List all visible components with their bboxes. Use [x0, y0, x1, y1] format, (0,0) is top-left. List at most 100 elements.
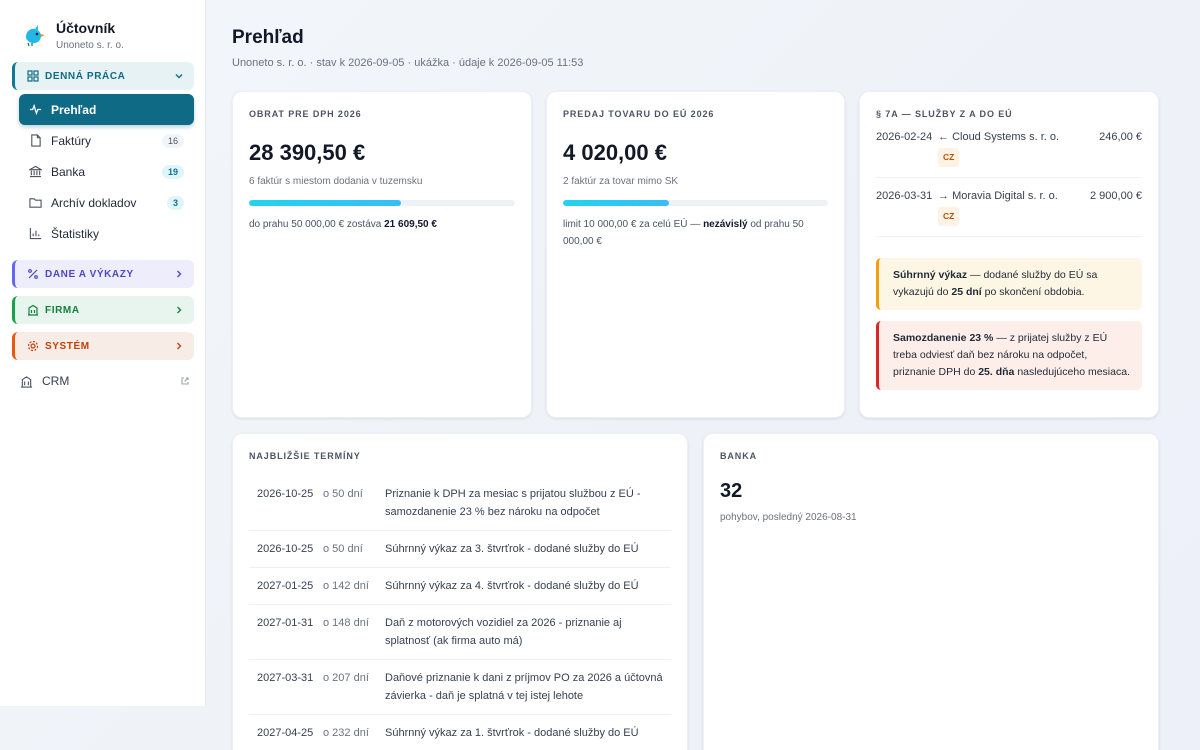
sidebar-item-label: CRM — [42, 374, 70, 388]
progress-fill — [563, 200, 669, 206]
sidebar-item-faktury[interactable]: Faktúry 16 — [19, 125, 194, 156]
bank-movements-desc: pohybov, posledný 2026-08-31 — [720, 512, 857, 523]
card-eu-services: § 7a — služby z a do EÚ 2026-02-24 ← Clo… — [859, 91, 1159, 418]
bank-movements-count: 32 — [720, 480, 743, 502]
sidebar-item-label: Banka — [51, 164, 86, 179]
service-partner: Cloud Systems s. r. o. — [952, 131, 1060, 143]
deadline-row[interactable]: 2027-01-25 o 142 dní Súhrnný výkaz za 4. š… — [249, 568, 671, 605]
page-subtitle: Unoneto s. r. o. · stav k 2026-09-05 · u… — [232, 57, 584, 69]
deadline-text: Daňové priznanie k dani z príjmov PO za … — [385, 672, 663, 702]
service-amount: 2 900,00 € — [1090, 190, 1142, 202]
direction-out-icon: → — [938, 190, 949, 202]
nav-group-label: Dane a výkazy — [45, 268, 134, 280]
direction-in-icon: ← — [938, 131, 949, 143]
external-link-icon — [181, 377, 189, 385]
nav-group-denna-praca[interactable]: Denná práca — [12, 62, 194, 90]
deadline-row[interactable]: 2027-01-31 o 148 dní Daň z motorových vozi… — [249, 605, 671, 660]
note-text: limit 10 000,00 € za celú EÚ — — [563, 219, 704, 230]
chevron-right-icon — [177, 342, 182, 350]
deadline-row[interactable]: 2026-10-25 o 50 dní Súhrnný výkaz za 3. št… — [249, 531, 671, 568]
deadline-text: Súhrnný výkaz za 3. štvrťrok - dodané sl… — [385, 543, 639, 555]
alert-bold: Samozdanenie 23 % — [893, 332, 994, 344]
sidebar-item-label: Archív dokladov — [51, 195, 137, 210]
card-heading: § 7a — služby z a do EÚ — [876, 109, 1013, 119]
service-amount: 246,00 € — [1099, 131, 1142, 143]
service-date: 2026-02-24 — [876, 131, 933, 143]
vat-threshold-progress — [249, 200, 515, 206]
deadline-row[interactable]: 2026-10-25 o 50 dní Priznanie k DPH za mes… — [249, 476, 671, 531]
gear-icon — [27, 340, 39, 352]
sidebar-item-banka[interactable]: Banka 19 — [19, 156, 194, 187]
eu-goods-value: 4 020,00 € — [563, 140, 667, 165]
deadline-text: Súhrnný výkaz za 4. štvrťrok - dodané sl… — [385, 580, 639, 592]
chevron-right-icon — [177, 270, 182, 278]
sidebar: Účtovník Unoneto s. r. o. Denná práca Pr… — [0, 0, 206, 706]
deadline-date: 2027-03-31 — [257, 672, 314, 684]
deadline-in: o 50 dní — [323, 543, 363, 555]
deadline-row[interactable]: 2027-03-31 o 207 dní Daňové priznanie k da… — [249, 660, 671, 715]
card-heading: Najbližšie termíny — [249, 451, 361, 461]
deadline-date: 2027-01-25 — [257, 580, 314, 592]
deadline-date: 2027-01-31 — [257, 617, 314, 629]
document-icon — [31, 134, 41, 147]
company-name: Unoneto s. r. o. — [56, 40, 124, 51]
card-bank: Banka 32 pohybov, posledný 2026-08-31 — [703, 433, 1159, 750]
count-badge: 3 — [166, 195, 184, 210]
sidebar-item-archiv[interactable]: Archív dokladov 3 — [19, 187, 194, 218]
note-bold: nezávislý — [703, 219, 748, 230]
deadline-row[interactable]: 2027-04-25 o 232 dní Súhrnný výkaz za 1. š… — [249, 715, 671, 750]
alert-bold: 25. dňa — [978, 366, 1015, 378]
eu-limit-note: limit 10 000,00 € za celú EÚ — nezávislý… — [563, 216, 828, 250]
sidebar-item-prehlad[interactable]: Prehľad — [19, 94, 194, 125]
vat-turnover-value: 28 390,50 € — [249, 140, 366, 165]
chevron-down-icon — [175, 74, 183, 79]
service-row[interactable]: 2026-02-24 ← Cloud Systems s. r. o. CZ 2… — [876, 119, 1142, 178]
nav-group-system[interactable]: Systém — [12, 332, 194, 360]
sidebar-item-statistiky[interactable]: Štatistiky — [19, 218, 194, 249]
bird-logo-icon — [26, 25, 45, 47]
percent-icon — [28, 269, 38, 279]
folder-icon — [29, 198, 42, 208]
nav-group-label: Systém — [45, 340, 90, 352]
building-icon — [20, 375, 33, 388]
bank-icon — [29, 165, 42, 178]
building-icon — [28, 304, 38, 316]
sidebar-item-crm[interactable]: CRM — [20, 374, 190, 388]
note-remaining: 21 609,50 € — [384, 219, 437, 230]
deadline-text: Daň z motorových vozidiel za 2026 - priz… — [385, 617, 622, 647]
alert-bold: Súhrnný výkaz — [893, 269, 968, 281]
alert-text: nasledujúceho mesiaca. — [1014, 366, 1130, 378]
sidebar-item-label: Faktúry — [51, 133, 92, 148]
deadline-date: 2027-04-25 — [257, 727, 314, 739]
service-date: 2026-03-31 — [876, 190, 933, 202]
service-partner: Moravia Digital s. r. o. — [952, 190, 1058, 202]
country-badge: CZ — [938, 207, 960, 226]
deadline-in: o 50 dní — [323, 488, 363, 500]
count-badge: 19 — [161, 164, 184, 179]
service-row[interactable]: 2026-03-31 → Moravia Digital s. r. o. CZ… — [876, 178, 1142, 237]
deadline-in: o 207 dní — [323, 672, 369, 684]
chevron-right-icon — [177, 306, 182, 314]
progress-fill — [249, 200, 401, 206]
bar-chart-icon — [29, 227, 42, 240]
deadline-in: o 142 dní — [323, 580, 369, 592]
deadline-text: Súhrnný výkaz za 1. štvrťrok - dodané sl… — [385, 727, 639, 739]
note-text: do prahu 50 000,00 € zostáva — [249, 219, 385, 230]
deadline-date: 2026-10-25 — [257, 488, 314, 500]
country-badge: CZ — [938, 148, 960, 167]
card-heading: Banka — [720, 451, 757, 461]
brand[interactable]: Účtovník Unoneto s. r. o. — [22, 20, 124, 51]
count-badge: 16 — [161, 133, 184, 148]
alert-text: po skončení obdobia. — [981, 286, 1085, 298]
vat-turnover-desc: 6 faktúr s miestom dodania v tuzemsku — [249, 176, 423, 187]
nav-group-firma[interactable]: Firma — [12, 296, 194, 324]
card-vat-turnover: Obrat pre DPH 2026 28 390,50 € 6 faktúr … — [232, 91, 532, 418]
deadline-in: o 232 dní — [323, 727, 369, 739]
deadline-in: o 148 dní — [323, 617, 369, 629]
summary-report-alert: Súhrnný výkaz — dodané služby do EÚ sa v… — [876, 258, 1142, 310]
nav-group-label: Firma — [45, 304, 80, 316]
alert-bold: 25 dní — [951, 286, 982, 298]
card-heading: Obrat pre DPH 2026 — [249, 109, 362, 119]
nav-group-dane-a-vykazy[interactable]: Dane a výkazy — [12, 260, 194, 288]
deadline-text: Priznanie k DPH za mesiac s prijatou slu… — [385, 488, 641, 518]
